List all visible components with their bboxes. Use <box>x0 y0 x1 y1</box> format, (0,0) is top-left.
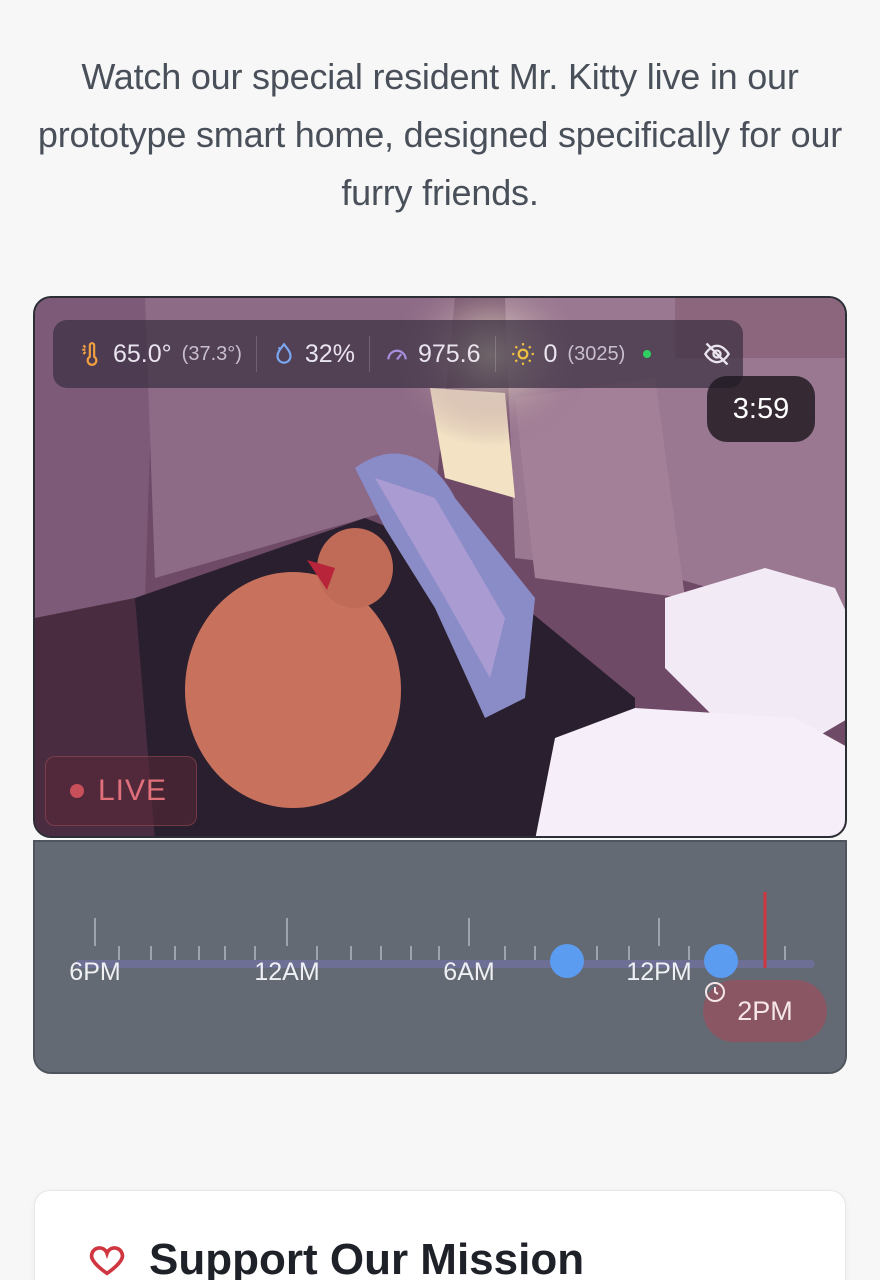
intro-text: Watch our special resident Mr. Kitty liv… <box>37 56 843 213</box>
support-title: Support Our Mission <box>149 1235 585 1280</box>
humidity-stat: 32% <box>255 336 369 372</box>
support-card: Support Our Mission <box>34 1190 846 1280</box>
recording-clip-marker[interactable] <box>550 944 584 978</box>
sun-icon <box>511 343 534 365</box>
current-time-pill[interactable]: 2PM <box>703 980 827 1042</box>
humidity-icon <box>276 342 292 364</box>
online-status-dot <box>643 350 652 358</box>
live-camera-feed[interactable]: 65.0° (37.3°) 32% 975.6 0 (3025) 3:59 LI… <box>33 296 847 838</box>
humidity-value: 32% <box>304 339 355 368</box>
live-label: LIVE <box>98 774 168 807</box>
support-heading: Support Our Mission <box>87 1235 584 1280</box>
light-secondary: (3025) <box>567 342 626 365</box>
temperature-stat: 65.0° (37.3°) <box>65 336 256 372</box>
timeline-label-12am: 12AM <box>254 958 320 986</box>
thermometer-icon <box>82 342 98 366</box>
timeline-label-6am: 6AM <box>443 958 495 986</box>
timeline-label-6pm: 6PM <box>69 958 121 986</box>
temperature-value: 65.0° <box>113 339 172 368</box>
pressure-gauge-icon <box>387 349 407 361</box>
pressure-stat: 975.6 <box>368 336 495 372</box>
hide-overlay-button[interactable] <box>695 332 739 376</box>
light-stat: 0 (3025) <box>494 336 666 372</box>
sensor-stats-bar: 65.0° (37.3°) 32% 975.6 0 (3025) <box>53 320 743 388</box>
clock-icon <box>705 982 725 1002</box>
temperature-secondary: (37.3°) <box>181 342 242 365</box>
pressure-value: 975.6 <box>417 339 481 368</box>
stream-timer: 3:59 <box>707 376 815 442</box>
current-time-label: 2PM <box>737 995 793 1026</box>
light-value: 0 <box>543 339 558 368</box>
live-indicator-dot <box>70 784 84 798</box>
recording-timeline[interactable]: 6PM 12AM 6AM 12PM 2PM <box>33 840 847 1074</box>
heart-icon <box>89 1246 125 1276</box>
eye-off-icon <box>703 342 731 366</box>
recording-clip-marker[interactable] <box>704 944 738 978</box>
timeline-label-12pm: 12PM <box>626 958 692 986</box>
live-button[interactable]: LIVE <box>45 756 197 826</box>
